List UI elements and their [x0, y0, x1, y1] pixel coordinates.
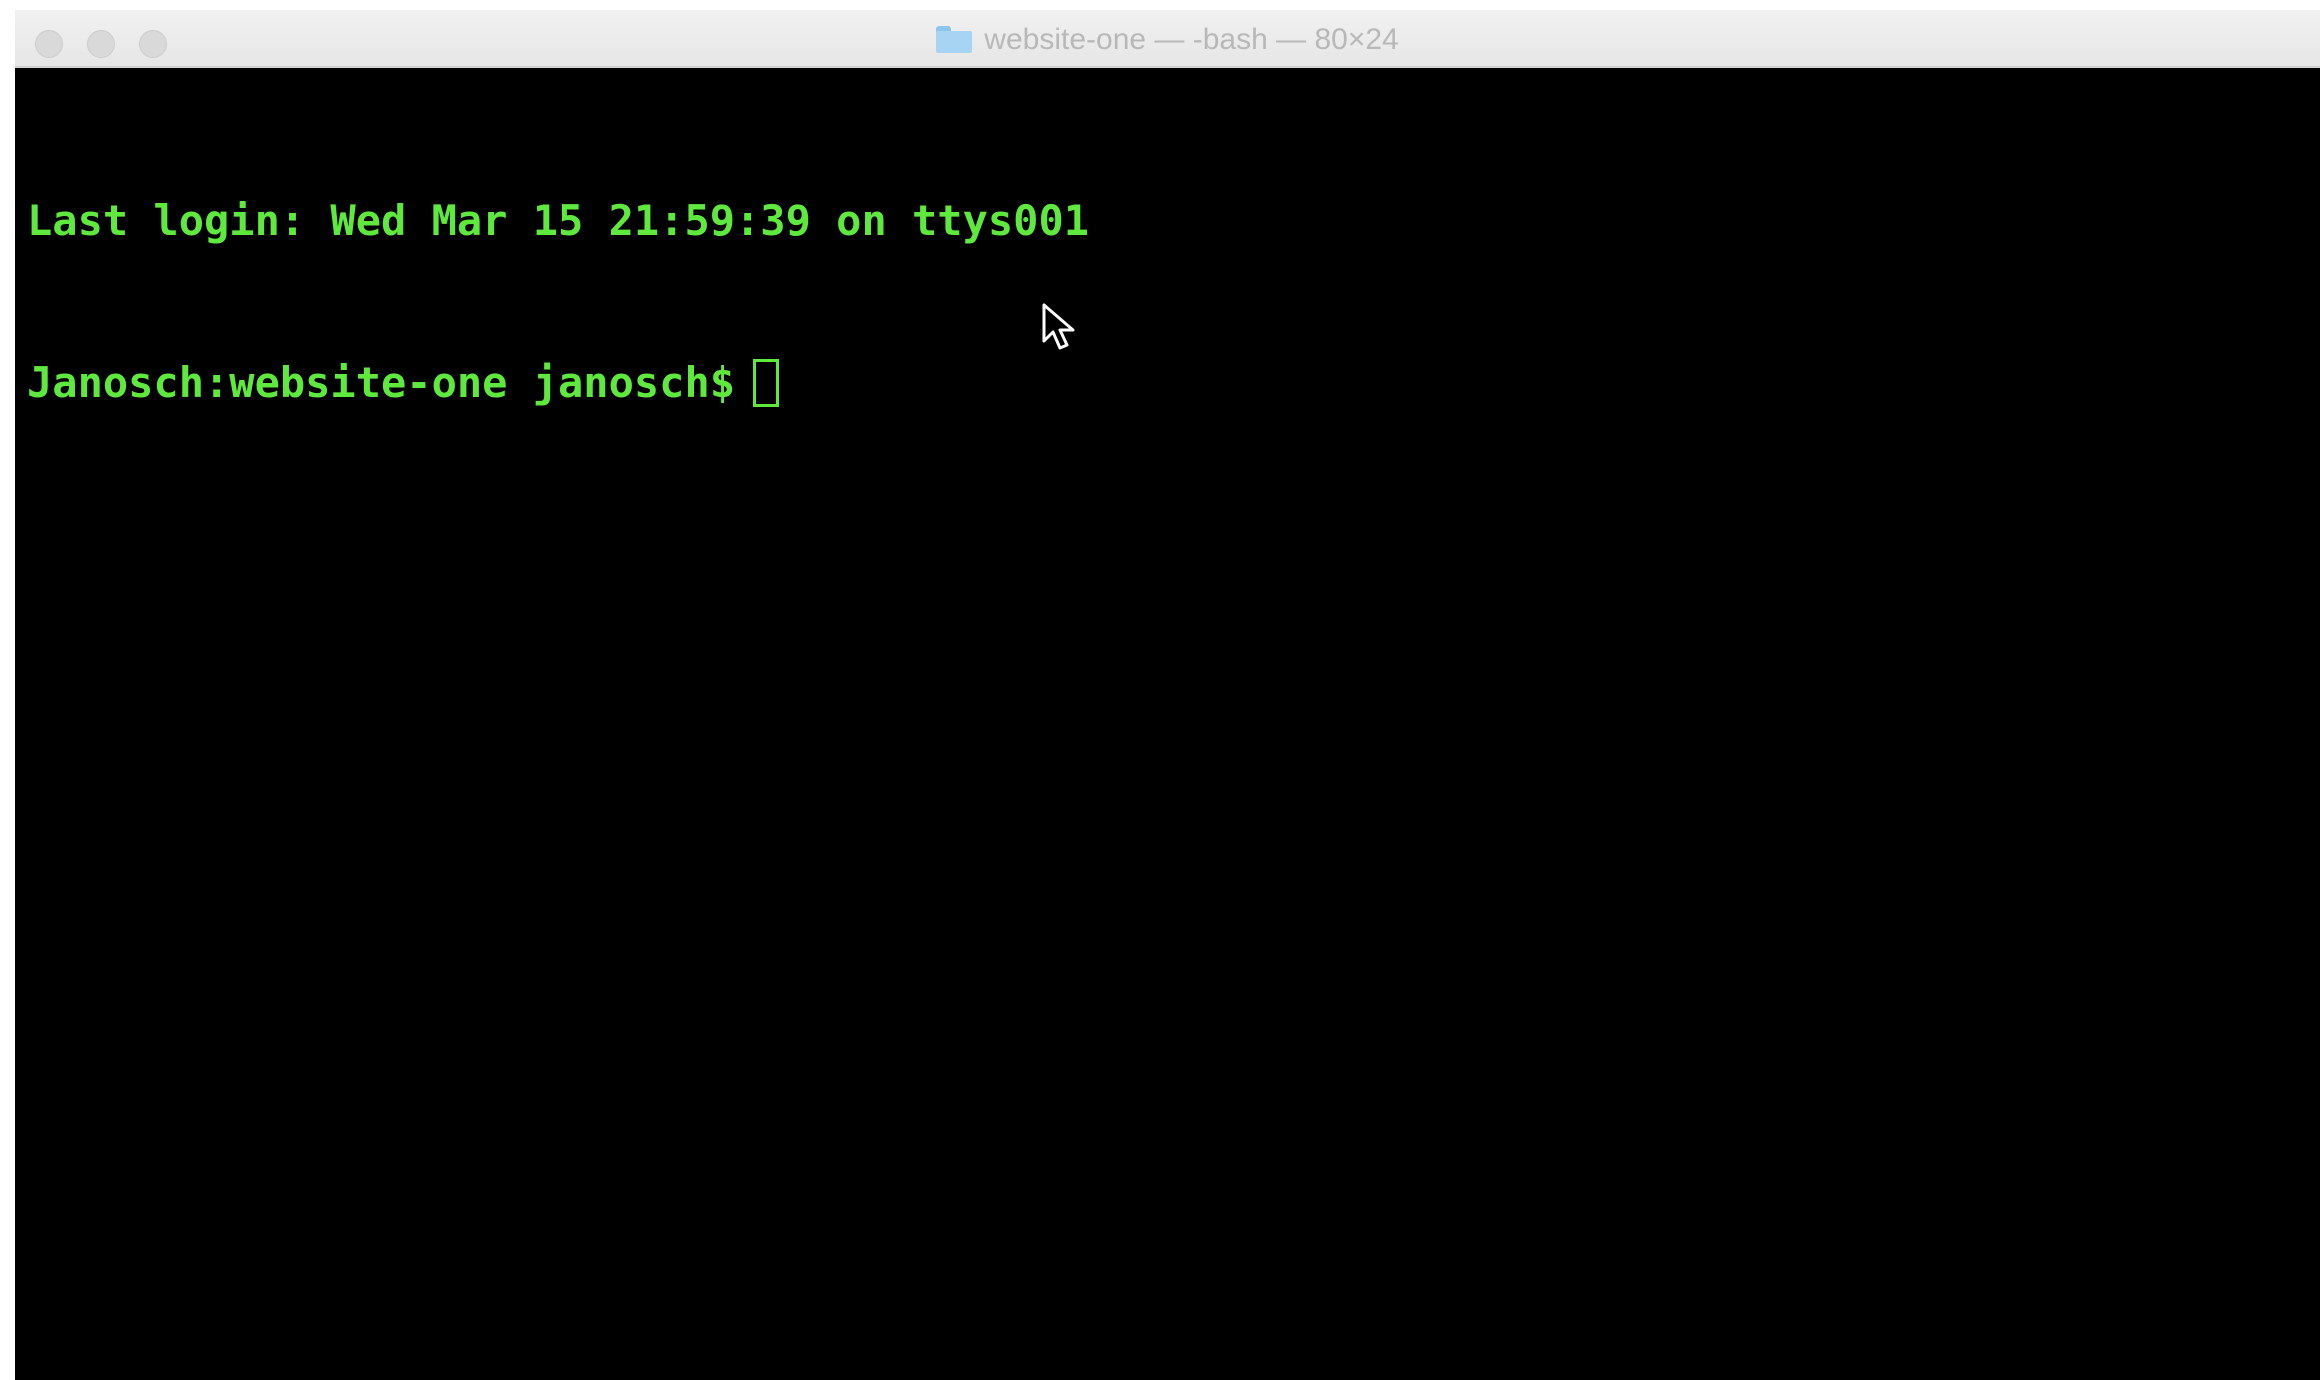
prompt-line: Janosch:website-one janosch$ [27, 356, 2320, 410]
last-login-line: Last login: Wed Mar 15 21:59:39 on ttys0… [27, 196, 1090, 245]
mouse-pointer-icon [1042, 303, 1075, 350]
title-bar[interactable]: website-one — -bash — 80×24 [15, 10, 2320, 68]
text-cursor [753, 359, 780, 407]
window-title-text: website-one — -bash — 80×24 [984, 23, 1399, 56]
folder-icon [936, 26, 973, 53]
terminal-window: website-one — -bash — 80×24 Last login: … [15, 10, 2320, 1380]
terminal-output[interactable]: Last login: Wed Mar 15 21:59:39 on ttys0… [27, 86, 2320, 1380]
window-title: website-one — -bash — 80×24 [15, 24, 2320, 56]
shell-prompt: Janosch:website-one janosch$ [27, 358, 736, 407]
